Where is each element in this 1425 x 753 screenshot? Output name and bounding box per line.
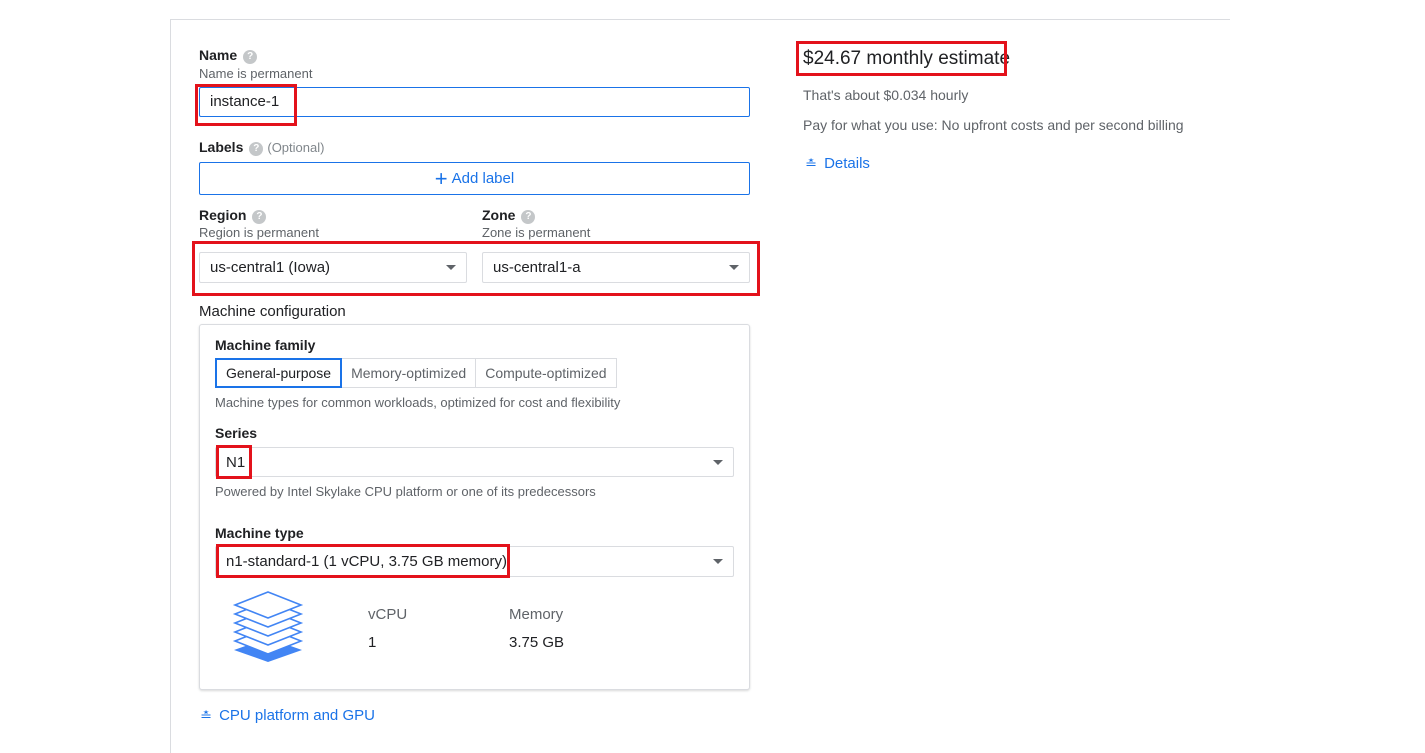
region-label: Region — [199, 207, 247, 223]
billing-note: Pay for what you use: No upfront costs a… — [803, 117, 1184, 133]
add-label-button[interactable]: + Add label — [199, 162, 750, 195]
machine-family-label: Machine family — [215, 337, 316, 353]
plus-icon: + — [434, 165, 448, 191]
zone-hint: Zone is permanent — [482, 225, 591, 240]
vcpu-value: 1 — [368, 634, 377, 651]
layers-stack-icon — [232, 591, 304, 662]
labels-label: Labels — [199, 139, 244, 155]
region-hint: Region is permanent — [199, 225, 319, 240]
tab-compute-optimized[interactable]: Compute-optimized — [475, 358, 617, 388]
series-select[interactable]: N1 — [215, 447, 734, 477]
highlight-name — [195, 84, 297, 126]
memory-value: 3.75 GB — [509, 634, 565, 651]
labels-label-row: Labels? (Optional) — [199, 139, 324, 156]
dropdown-caret-icon — [713, 460, 723, 465]
tab-memory-optimized[interactable]: Memory-optimized — [341, 358, 477, 388]
series-description: Powered by Intel Skylake CPU platform or… — [215, 484, 596, 499]
cpu-platform-link[interactable]: ≛ CPU platform and GPU — [199, 707, 375, 725]
name-label-row: Name? — [199, 47, 258, 64]
highlight-region-zone — [192, 241, 760, 296]
vcpu-header: vCPU — [368, 606, 408, 623]
help-icon[interactable]: ? — [521, 210, 536, 224]
details-link-text: Details — [824, 155, 870, 172]
highlight-machine-type — [216, 544, 510, 578]
hourly-estimate: That's about $0.034 hourly — [803, 87, 969, 103]
labels-optional: (Optional) — [267, 140, 325, 155]
top-divider — [170, 19, 1230, 20]
zone-label-row: Zone? — [482, 207, 536, 224]
left-divider — [170, 19, 171, 753]
tab-general-purpose[interactable]: General-purpose — [215, 358, 343, 388]
zone-label: Zone — [482, 207, 516, 223]
machine-config-title: Machine configuration — [199, 303, 346, 320]
region-label-row: Region? — [199, 207, 267, 224]
name-label: Name — [199, 47, 238, 63]
machine-family-tabs: General-purpose Memory-optimized Compute… — [215, 358, 617, 388]
highlight-series — [216, 445, 252, 479]
add-label-text: Add label — [451, 170, 515, 187]
help-icon[interactable]: ? — [249, 142, 264, 156]
cpu-platform-link-text: CPU platform and GPU — [219, 707, 375, 724]
help-icon[interactable]: ? — [243, 50, 258, 64]
chevron-double-down-icon: ≛ — [199, 709, 213, 723]
machine-family-description: Machine types for common workloads, opti… — [215, 395, 621, 410]
help-icon[interactable]: ? — [252, 210, 267, 224]
chevron-double-down-icon: ≛ — [804, 157, 818, 171]
dropdown-caret-icon — [713, 559, 723, 564]
machine-type-label: Machine type — [215, 525, 304, 541]
details-link[interactable]: ≛ Details — [804, 155, 870, 173]
highlight-estimate — [796, 41, 1007, 76]
series-label: Series — [215, 425, 258, 441]
memory-header: Memory — [509, 606, 564, 623]
name-hint: Name is permanent — [199, 66, 313, 81]
